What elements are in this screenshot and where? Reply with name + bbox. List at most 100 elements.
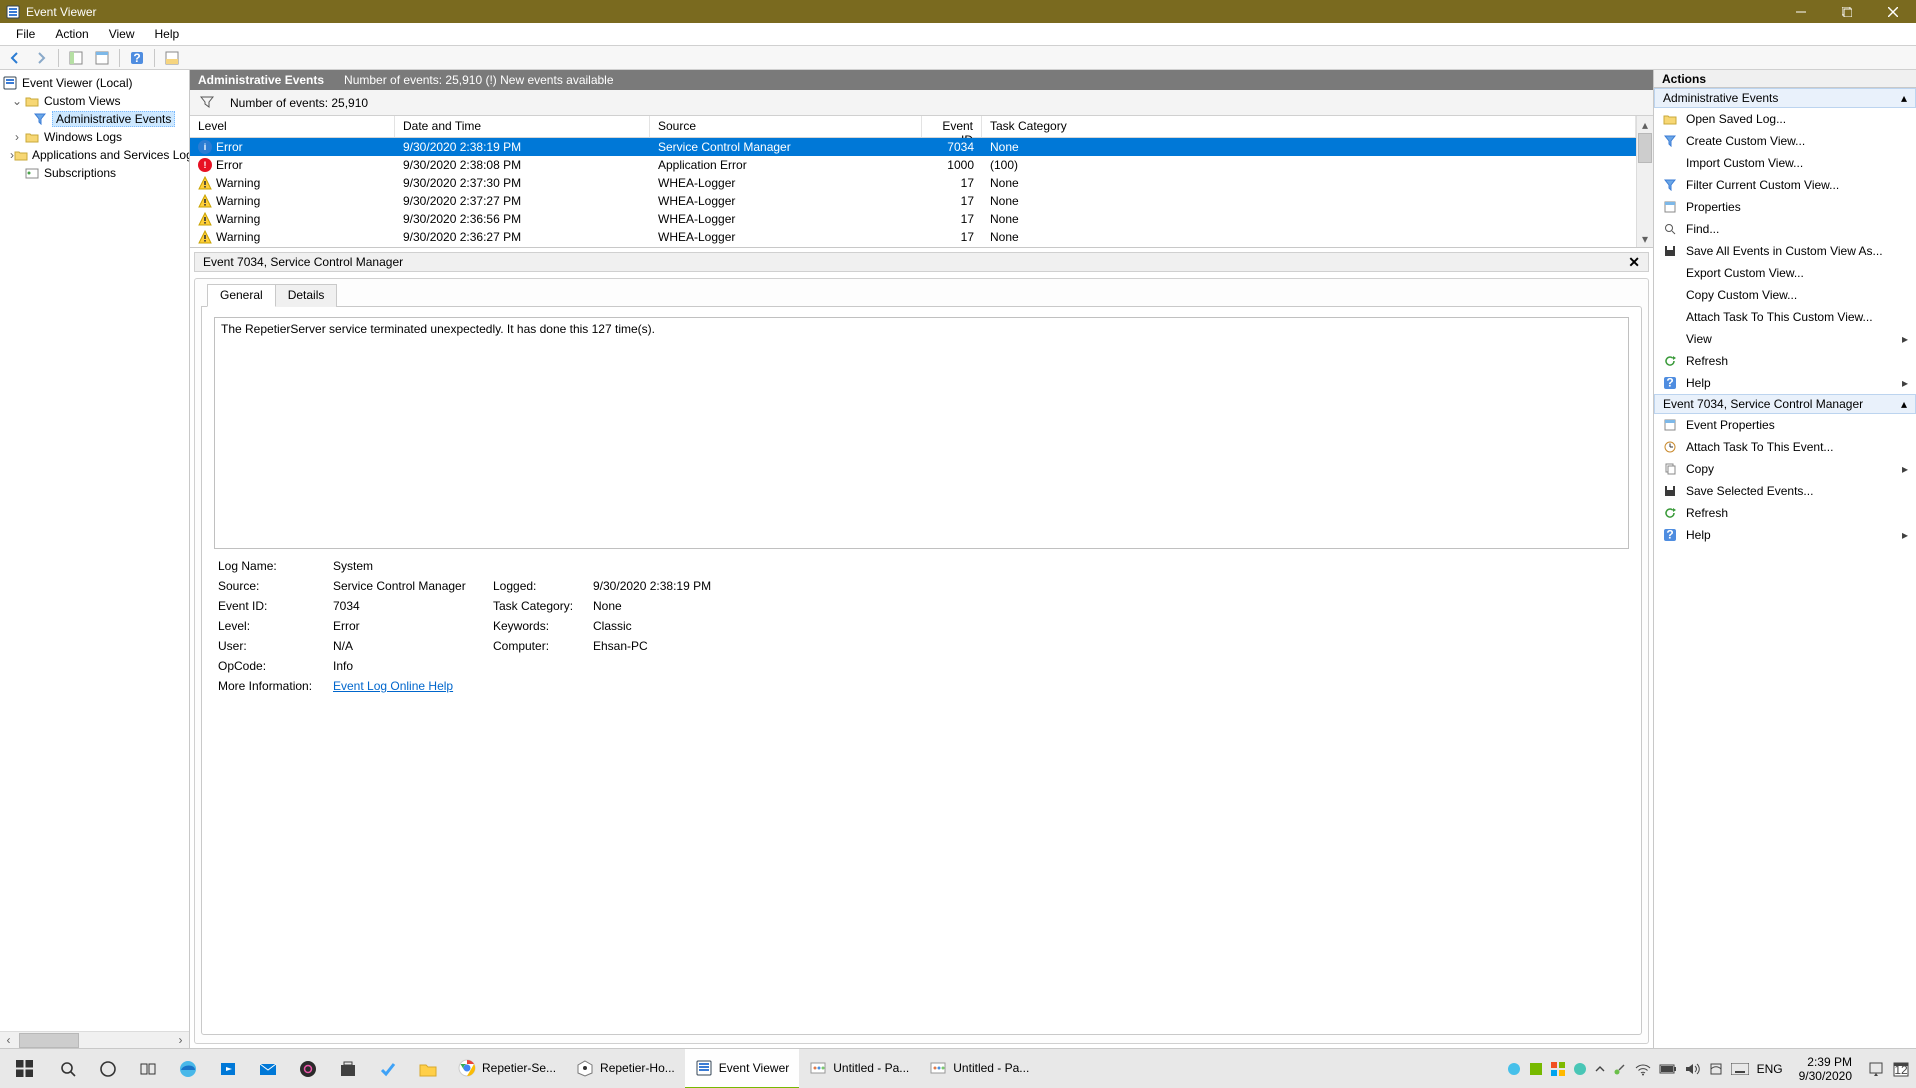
action-item[interactable]: Event Properties [1654,414,1916,436]
clock[interactable]: 2:39 PM 9/30/2020 [1791,1055,1860,1083]
taskbar-app-chrome[interactable]: Repetier-Se... [448,1049,566,1088]
scroll-thumb[interactable] [19,1033,79,1048]
tray-icon[interactable] [1507,1062,1521,1076]
action-item[interactable]: Filter Current Custom View... [1654,174,1916,196]
action-item[interactable]: ?Help▸ [1654,372,1916,394]
grid-vertical-scrollbar[interactable]: ▴ ▾ [1636,116,1653,247]
scroll-track[interactable] [1637,133,1653,230]
menu-help[interactable]: Help [145,25,190,43]
tree-apps-services[interactable]: › Applications and Services Logs [2,146,187,164]
action-item[interactable]: Open Saved Log... [1654,108,1916,130]
search-button[interactable] [48,1049,88,1088]
volume-icon[interactable] [1685,1062,1701,1076]
tab-general[interactable]: General [207,284,276,307]
action-item[interactable]: Refresh [1654,502,1916,524]
col-task-category[interactable]: Task Category [982,116,1636,137]
maximize-button[interactable] [1824,0,1870,23]
tree-custom-views[interactable]: ⌄ Custom Views [2,92,187,110]
tree-admin-events[interactable]: Administrative Events [2,110,187,128]
tray-icon[interactable] [1709,1062,1723,1076]
tray-icon[interactable] [1551,1062,1565,1076]
action-item[interactable]: ?Help▸ [1654,524,1916,546]
tray-icon[interactable] [1529,1062,1543,1076]
collapse-icon[interactable]: ⌄ [10,94,24,108]
action-item[interactable]: Copy▸ [1654,458,1916,480]
event-log-online-help-link[interactable]: Event Log Online Help [333,679,453,693]
action-item[interactable]: View▸ [1654,328,1916,350]
store-icon[interactable] [328,1049,368,1088]
col-date[interactable]: Date and Time [395,116,650,137]
menu-view[interactable]: View [99,25,145,43]
properties-button[interactable] [91,48,113,68]
taskbar-app-paint[interactable]: Untitled - Pa... [919,1049,1039,1088]
preview-pane-button[interactable] [161,48,183,68]
cell-event-id: 1000 [922,158,982,172]
language-indicator[interactable]: ENG [1757,1062,1783,1076]
scroll-right-button[interactable]: › [172,1032,189,1049]
col-source[interactable]: Source [650,116,922,137]
action-item[interactable]: Save All Events in Custom View As... [1654,240,1916,262]
keyboard-icon[interactable] [1731,1063,1749,1075]
help-button[interactable]: ? [126,48,148,68]
tray-icon[interactable] [1573,1062,1587,1076]
details-close-button[interactable]: ✕ [1628,254,1640,271]
minimize-button[interactable] [1778,0,1824,23]
menu-file[interactable]: File [6,25,45,43]
action-item[interactable]: Refresh [1654,350,1916,372]
action-item[interactable]: Export Custom View... [1654,262,1916,284]
action-item[interactable]: Create Custom View... [1654,130,1916,152]
scroll-up-button[interactable]: ▴ [1637,116,1654,133]
taskbar-app-eventviewer[interactable]: Event Viewer [685,1049,799,1088]
action-item[interactable]: Attach Task To This Custom View... [1654,306,1916,328]
tray-icon[interactable] [1613,1062,1627,1076]
action-item[interactable]: Save Selected Events... [1654,480,1916,502]
action-item[interactable]: Copy Custom View... [1654,284,1916,306]
tree-admin-events-label: Administrative Events [52,111,175,127]
explorer-icon[interactable] [408,1049,448,1088]
back-button[interactable] [4,48,26,68]
tree-root[interactable]: Event Viewer (Local) [2,74,187,92]
forward-button[interactable] [30,48,52,68]
tree-subscriptions[interactable]: Subscriptions [2,164,187,182]
start-button[interactable] [0,1049,48,1088]
close-button[interactable] [1870,0,1916,23]
table-row[interactable]: Warning9/30/2020 2:37:27 PMWHEA-Logger17… [190,192,1636,210]
action-item[interactable]: Attach Task To This Event... [1654,436,1916,458]
table-row[interactable]: Warning9/30/2020 2:37:30 PMWHEA-Logger17… [190,174,1636,192]
edge-icon[interactable] [168,1049,208,1088]
expand-icon[interactable]: › [10,130,24,144]
taskbar-app-repetier[interactable]: Repetier-Ho... [566,1049,685,1088]
details-card: General Details The RepetierServer servi… [194,278,1649,1044]
tree-windows-logs[interactable]: › Windows Logs [2,128,187,146]
notifications-icon[interactable] [1868,1061,1884,1077]
movies-icon[interactable] [208,1049,248,1088]
table-row[interactable]: iError9/30/2020 2:38:19 PMService Contro… [190,138,1636,156]
col-level[interactable]: Level [190,116,395,137]
nav-horizontal-scrollbar[interactable]: ‹ › [0,1031,189,1048]
table-row[interactable]: Warning9/30/2020 2:36:56 PMWHEA-Logger17… [190,210,1636,228]
wifi-icon[interactable] [1635,1062,1651,1076]
task-view-button[interactable] [128,1049,168,1088]
table-row[interactable]: Warning9/30/2020 2:36:27 PMWHEA-Logger17… [190,228,1636,246]
scroll-thumb[interactable] [1638,133,1652,163]
actions-section-event[interactable]: Event 7034, Service Control Manager ▴ [1654,394,1916,414]
taskbar-app-paint[interactable]: Untitled - Pa... [799,1049,919,1088]
todo-icon[interactable] [368,1049,408,1088]
action-item[interactable]: Find... [1654,218,1916,240]
mail-icon[interactable] [248,1049,288,1088]
action-item[interactable]: Properties [1654,196,1916,218]
cortana-button[interactable] [88,1049,128,1088]
scroll-down-button[interactable]: ▾ [1637,230,1654,247]
show-hide-tree-button[interactable] [65,48,87,68]
col-event-id[interactable]: Event ID [922,116,982,137]
scroll-left-button[interactable]: ‹ [0,1032,17,1049]
actions-section-admin-events[interactable]: Administrative Events ▴ [1654,88,1916,108]
calendar-notification-icon[interactable]: 12 [1892,1060,1910,1078]
menu-action[interactable]: Action [45,25,98,43]
tray-up-icon[interactable] [1595,1064,1605,1074]
action-item[interactable]: Import Custom View... [1654,152,1916,174]
battery-icon[interactable] [1659,1063,1677,1075]
tab-details[interactable]: Details [275,284,338,307]
circle-icon[interactable] [288,1049,328,1088]
table-row[interactable]: !Error9/30/2020 2:38:08 PMApplication Er… [190,156,1636,174]
